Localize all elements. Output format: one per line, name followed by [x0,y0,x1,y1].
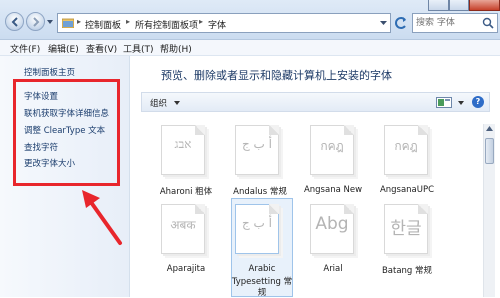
breadcrumb-all-items[interactable]: 所有控制面板项 [135,18,198,31]
address-bar: ▸ 控制面板 ▸ 所有控制面板项 ▸ 字体 [0,0,500,40]
forward-arrow-icon [33,17,40,27]
breadcrumb-separator[interactable]: ▸ [126,17,130,26]
forward-button[interactable] [26,12,45,31]
breadcrumb-separator[interactable]: ▸ [199,17,203,26]
search-box[interactable] [412,13,498,33]
scrollbar-thumb[interactable] [485,138,494,164]
font-tile-aharoni[interactable]: אבג [153,125,211,177]
font-name-arabic-typesetting-line1[interactable]: Arabic [226,264,298,274]
breadcrumb-fonts[interactable]: 字体 [208,18,226,31]
font-sample: Abg [315,214,349,234]
red-arrow-icon [82,190,122,245]
breadcrumb-separator[interactable]: ▸ [77,17,81,26]
font-name-aparajita[interactable]: Aparajita [150,264,222,274]
font-name-andalus[interactable]: Andalus 常规 [224,185,296,197]
font-tile-aparajita[interactable]: अबक [153,204,211,256]
breadcrumb[interactable]: ▸ 控制面板 ▸ 所有控制面板项 ▸ 字体 [57,13,391,33]
refresh-icon[interactable] [393,14,409,32]
scroll-up-icon[interactable] [486,126,493,131]
font-sample: กคฎ [394,139,418,153]
menu-help[interactable]: 帮助(H) [160,42,192,55]
highlight-box [13,79,120,186]
recent-pages-dropdown-icon[interactable] [46,18,54,26]
control-panel-folder-icon [62,18,74,28]
view-dropdown-icon[interactable] [458,101,464,105]
organize-dropdown-icon[interactable] [174,101,180,105]
font-tile-angsana-new[interactable]: กคฎ [302,125,360,177]
menu-tools[interactable]: 工具(T) [123,42,154,55]
font-sample: 한글 [390,219,422,239]
control-panel-home-link[interactable]: 控制面板主页 [24,66,75,78]
view-options-icon[interactable] [436,97,452,108]
font-sample: أ ب ج [241,137,272,151]
back-arrow-icon [11,17,18,27]
maximize-button[interactable] [449,0,469,11]
font-tile-andalus[interactable]: أ ب ج [227,125,285,177]
back-button[interactable] [5,12,24,31]
font-sample: أ ب ج [241,216,272,230]
window-controls [428,0,500,12]
breadcrumb-control-panel[interactable]: 控制面板 [85,18,121,31]
font-tile-arial[interactable]: Abg [302,204,360,256]
font-sample: กคฎ [320,139,344,153]
minimize-button[interactable] [428,0,449,11]
menu-file[interactable]: 文件(F) [10,42,40,55]
font-sample: अबक [170,218,196,232]
menu-view[interactable]: 查看(V) [86,42,117,55]
font-name-batang[interactable]: Batang 常规 [371,264,443,276]
menu-edit[interactable]: 编辑(E) [48,42,79,55]
help-icon[interactable]: ? [472,96,484,108]
font-sample: אבג [174,137,192,151]
font-tile-angsanaupc[interactable]: กคฎ [376,125,434,177]
vertical-scrollbar[interactable] [483,124,495,297]
command-bar: 组织 ? [141,92,490,112]
font-name-arabic-typesetting-line3[interactable]: 规 [226,286,298,298]
font-tile-arabic-typesetting[interactable]: أ ب ج [227,204,285,256]
font-tile-batang[interactable]: 한글 [376,204,434,256]
search-input[interactable] [416,16,480,30]
menu-bar: 文件(F) 编辑(E) 查看(V) 工具(T) 帮助(H) [0,40,500,56]
font-name-arial[interactable]: Arial [297,264,369,274]
close-button[interactable] [469,0,500,11]
font-name-aharoni[interactable]: Aharoni 粗体 [150,185,222,197]
page-title: 预览、删除或者显示和隐藏计算机上安装的字体 [161,69,392,82]
address-dropdown-icon[interactable] [380,20,387,26]
font-name-angsana-new[interactable]: Angsana New [297,185,369,195]
search-icon[interactable] [482,17,494,29]
organize-button[interactable]: 组织 [150,97,167,109]
font-name-angsanaupc[interactable]: AngsanaUPC [371,185,443,195]
